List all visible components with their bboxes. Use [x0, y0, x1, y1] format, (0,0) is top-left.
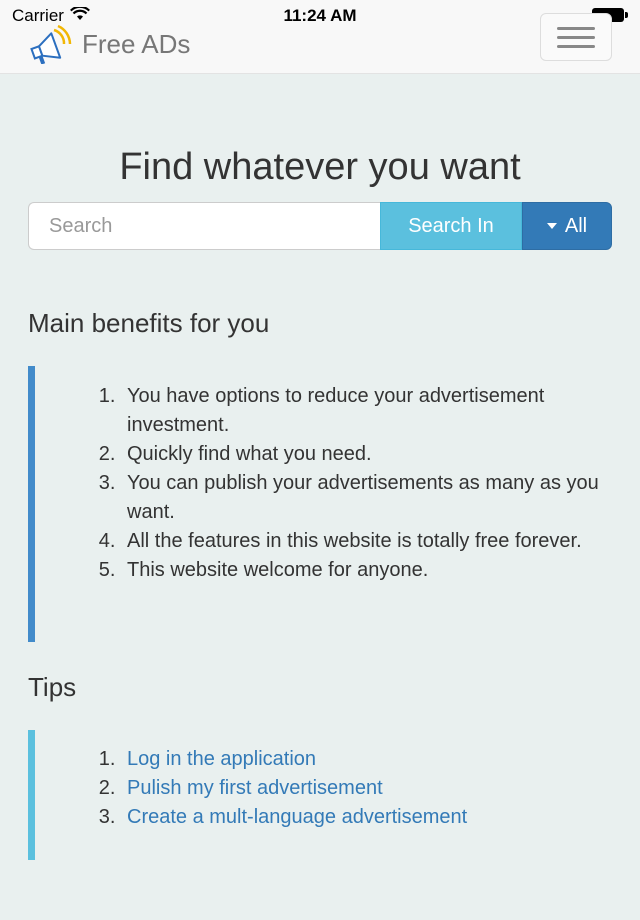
tips-heading: Tips: [28, 672, 77, 702]
search-in-label: Search In: [408, 214, 494, 237]
search-bar: Search In All: [28, 202, 612, 250]
category-label: All: [564, 214, 588, 237]
tips-list: Log in the application Pulish my first a…: [35, 730, 612, 832]
tip-link-login[interactable]: Log in the application: [127, 748, 316, 770]
tip-item: Pulish my first advertisement: [121, 774, 612, 803]
page-title: Find whatever you want: [119, 146, 521, 188]
benefits-list: You have options to reduce your advertis…: [35, 366, 612, 585]
tips-block: Log in the application Pulish my first a…: [28, 730, 612, 860]
brand-name: Free ADs: [82, 28, 191, 59]
category-dropdown-button[interactable]: All: [522, 202, 612, 250]
benefit-item: Quickly find what you need.: [121, 440, 612, 469]
search-input[interactable]: [28, 202, 380, 250]
caret-down-icon: [546, 223, 557, 229]
menu-toggle-button[interactable]: [540, 13, 612, 61]
top-bar: Carrier 11:24 AM Free ADs: [0, 0, 640, 74]
brand-link[interactable]: Free ADs: [26, 24, 191, 65]
benefits-block: You have options to reduce your advertis…: [28, 366, 612, 642]
hamburger-menu-icon: [557, 24, 595, 51]
search-in-button[interactable]: Search In: [380, 202, 522, 250]
benefit-item: You can publish your advertisements as m…: [121, 469, 612, 527]
benefit-item: This website welcome for anyone.: [121, 556, 612, 585]
megaphone-icon: [26, 24, 74, 65]
benefit-item: All the features in this website is tota…: [121, 527, 612, 556]
tip-link-multilanguage[interactable]: Create a mult-language advertisement: [127, 806, 467, 828]
tip-item: Create a mult-language advertisement: [121, 803, 612, 832]
benefit-item: You have options to reduce your advertis…: [121, 382, 612, 440]
tip-link-publish[interactable]: Pulish my first advertisement: [127, 777, 383, 799]
benefits-heading: Main benefits for you: [28, 308, 270, 338]
tip-item: Log in the application: [121, 745, 612, 774]
